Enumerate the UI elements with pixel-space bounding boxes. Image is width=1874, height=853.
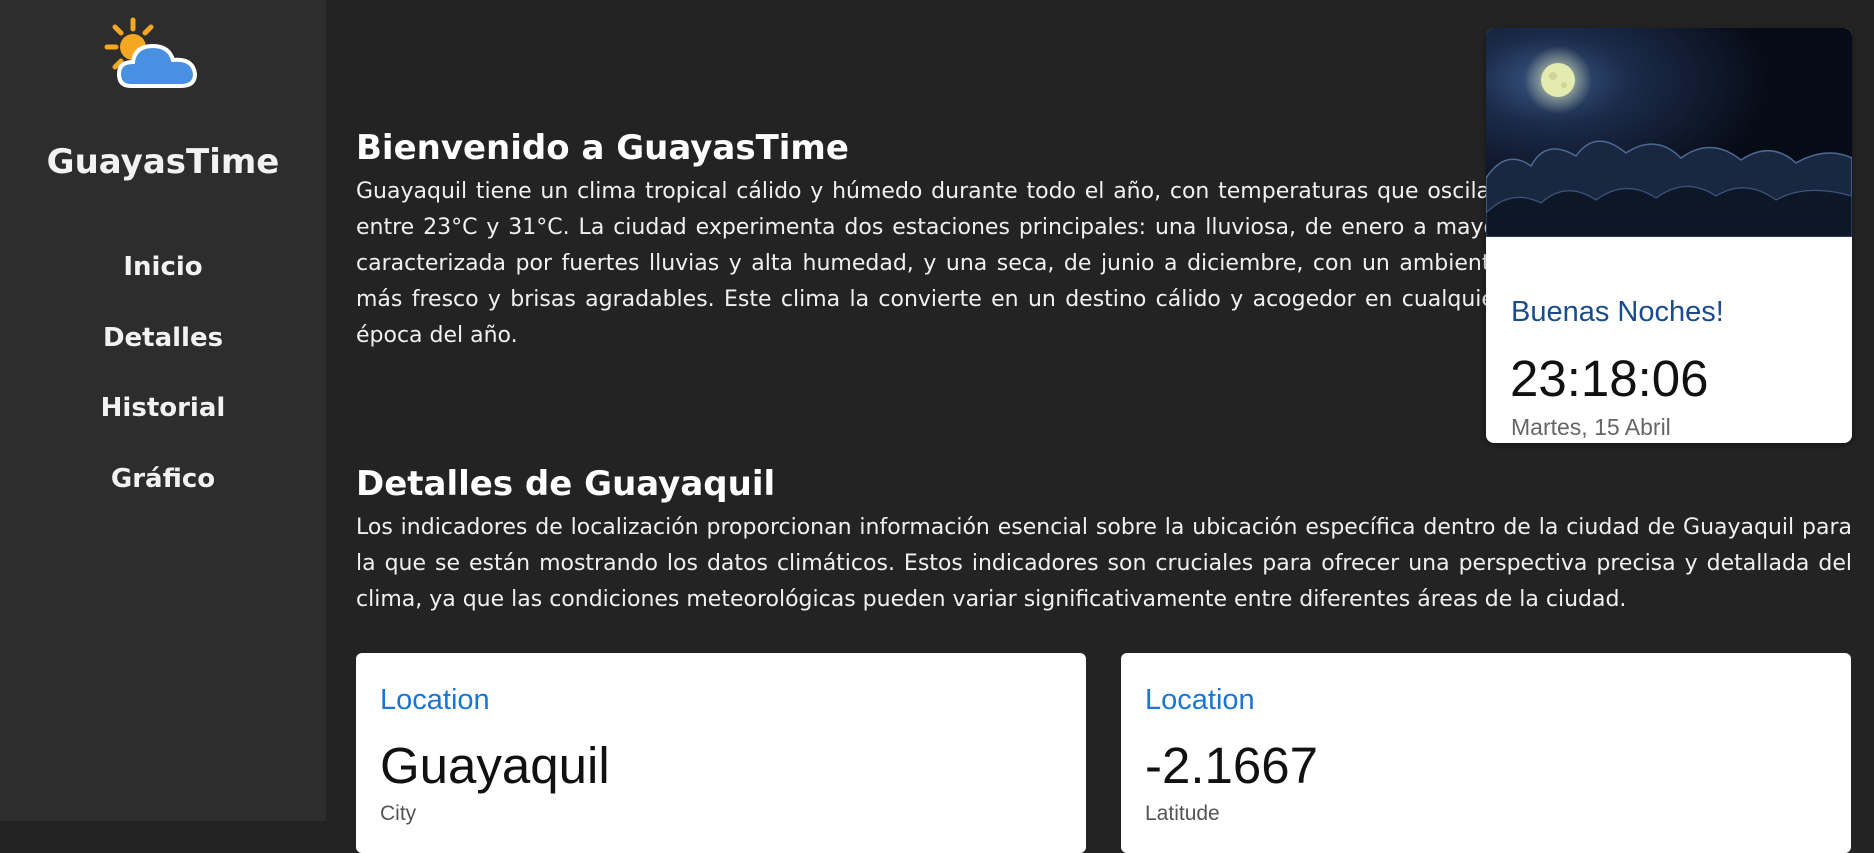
card-label: Location: [1145, 684, 1255, 716]
nav-inicio[interactable]: Inicio: [0, 252, 326, 323]
nav-grafico[interactable]: Gráfico: [0, 464, 326, 535]
sun-cloud-icon[interactable]: [103, 16, 203, 92]
card-sublabel: City: [380, 802, 417, 825]
nav-detalles[interactable]: Detalles: [0, 323, 326, 394]
main-nav: Inicio Detalles Historial Gráfico: [0, 252, 326, 534]
welcome-title: Bienvenido a GuayasTime: [356, 128, 849, 168]
clock-time: 23:18:06: [1510, 350, 1709, 407]
card-label: Location: [380, 684, 490, 716]
greeting: Buenas Noches!: [1511, 296, 1724, 328]
details-text: Los indicadores de localización proporci…: [356, 515, 1852, 612]
details-title: Detalles de Guayaquil: [356, 464, 776, 504]
sidebar: GuayasTime Inicio Detalles Historial Grá…: [0, 0, 326, 821]
app-name: GuayasTime: [46, 142, 280, 182]
night-sky-image: [1486, 28, 1852, 237]
clock-card: Buenas Noches! 23:18:06 Martes, 15 Abril: [1486, 28, 1852, 443]
card-sublabel: Latitude: [1145, 802, 1220, 825]
location-latitude-card: Location -2.1667 Latitude: [1121, 653, 1851, 853]
location-city-card: Location Guayaquil City: [356, 653, 1086, 853]
nav-historial[interactable]: Historial: [0, 393, 326, 464]
card-value: -2.1667: [1145, 737, 1318, 794]
clock-date: Martes, 15 Abril: [1511, 414, 1671, 440]
welcome-text: Guayaquil tiene un clima tropical cálido…: [356, 179, 1504, 348]
card-value: Guayaquil: [380, 737, 610, 794]
